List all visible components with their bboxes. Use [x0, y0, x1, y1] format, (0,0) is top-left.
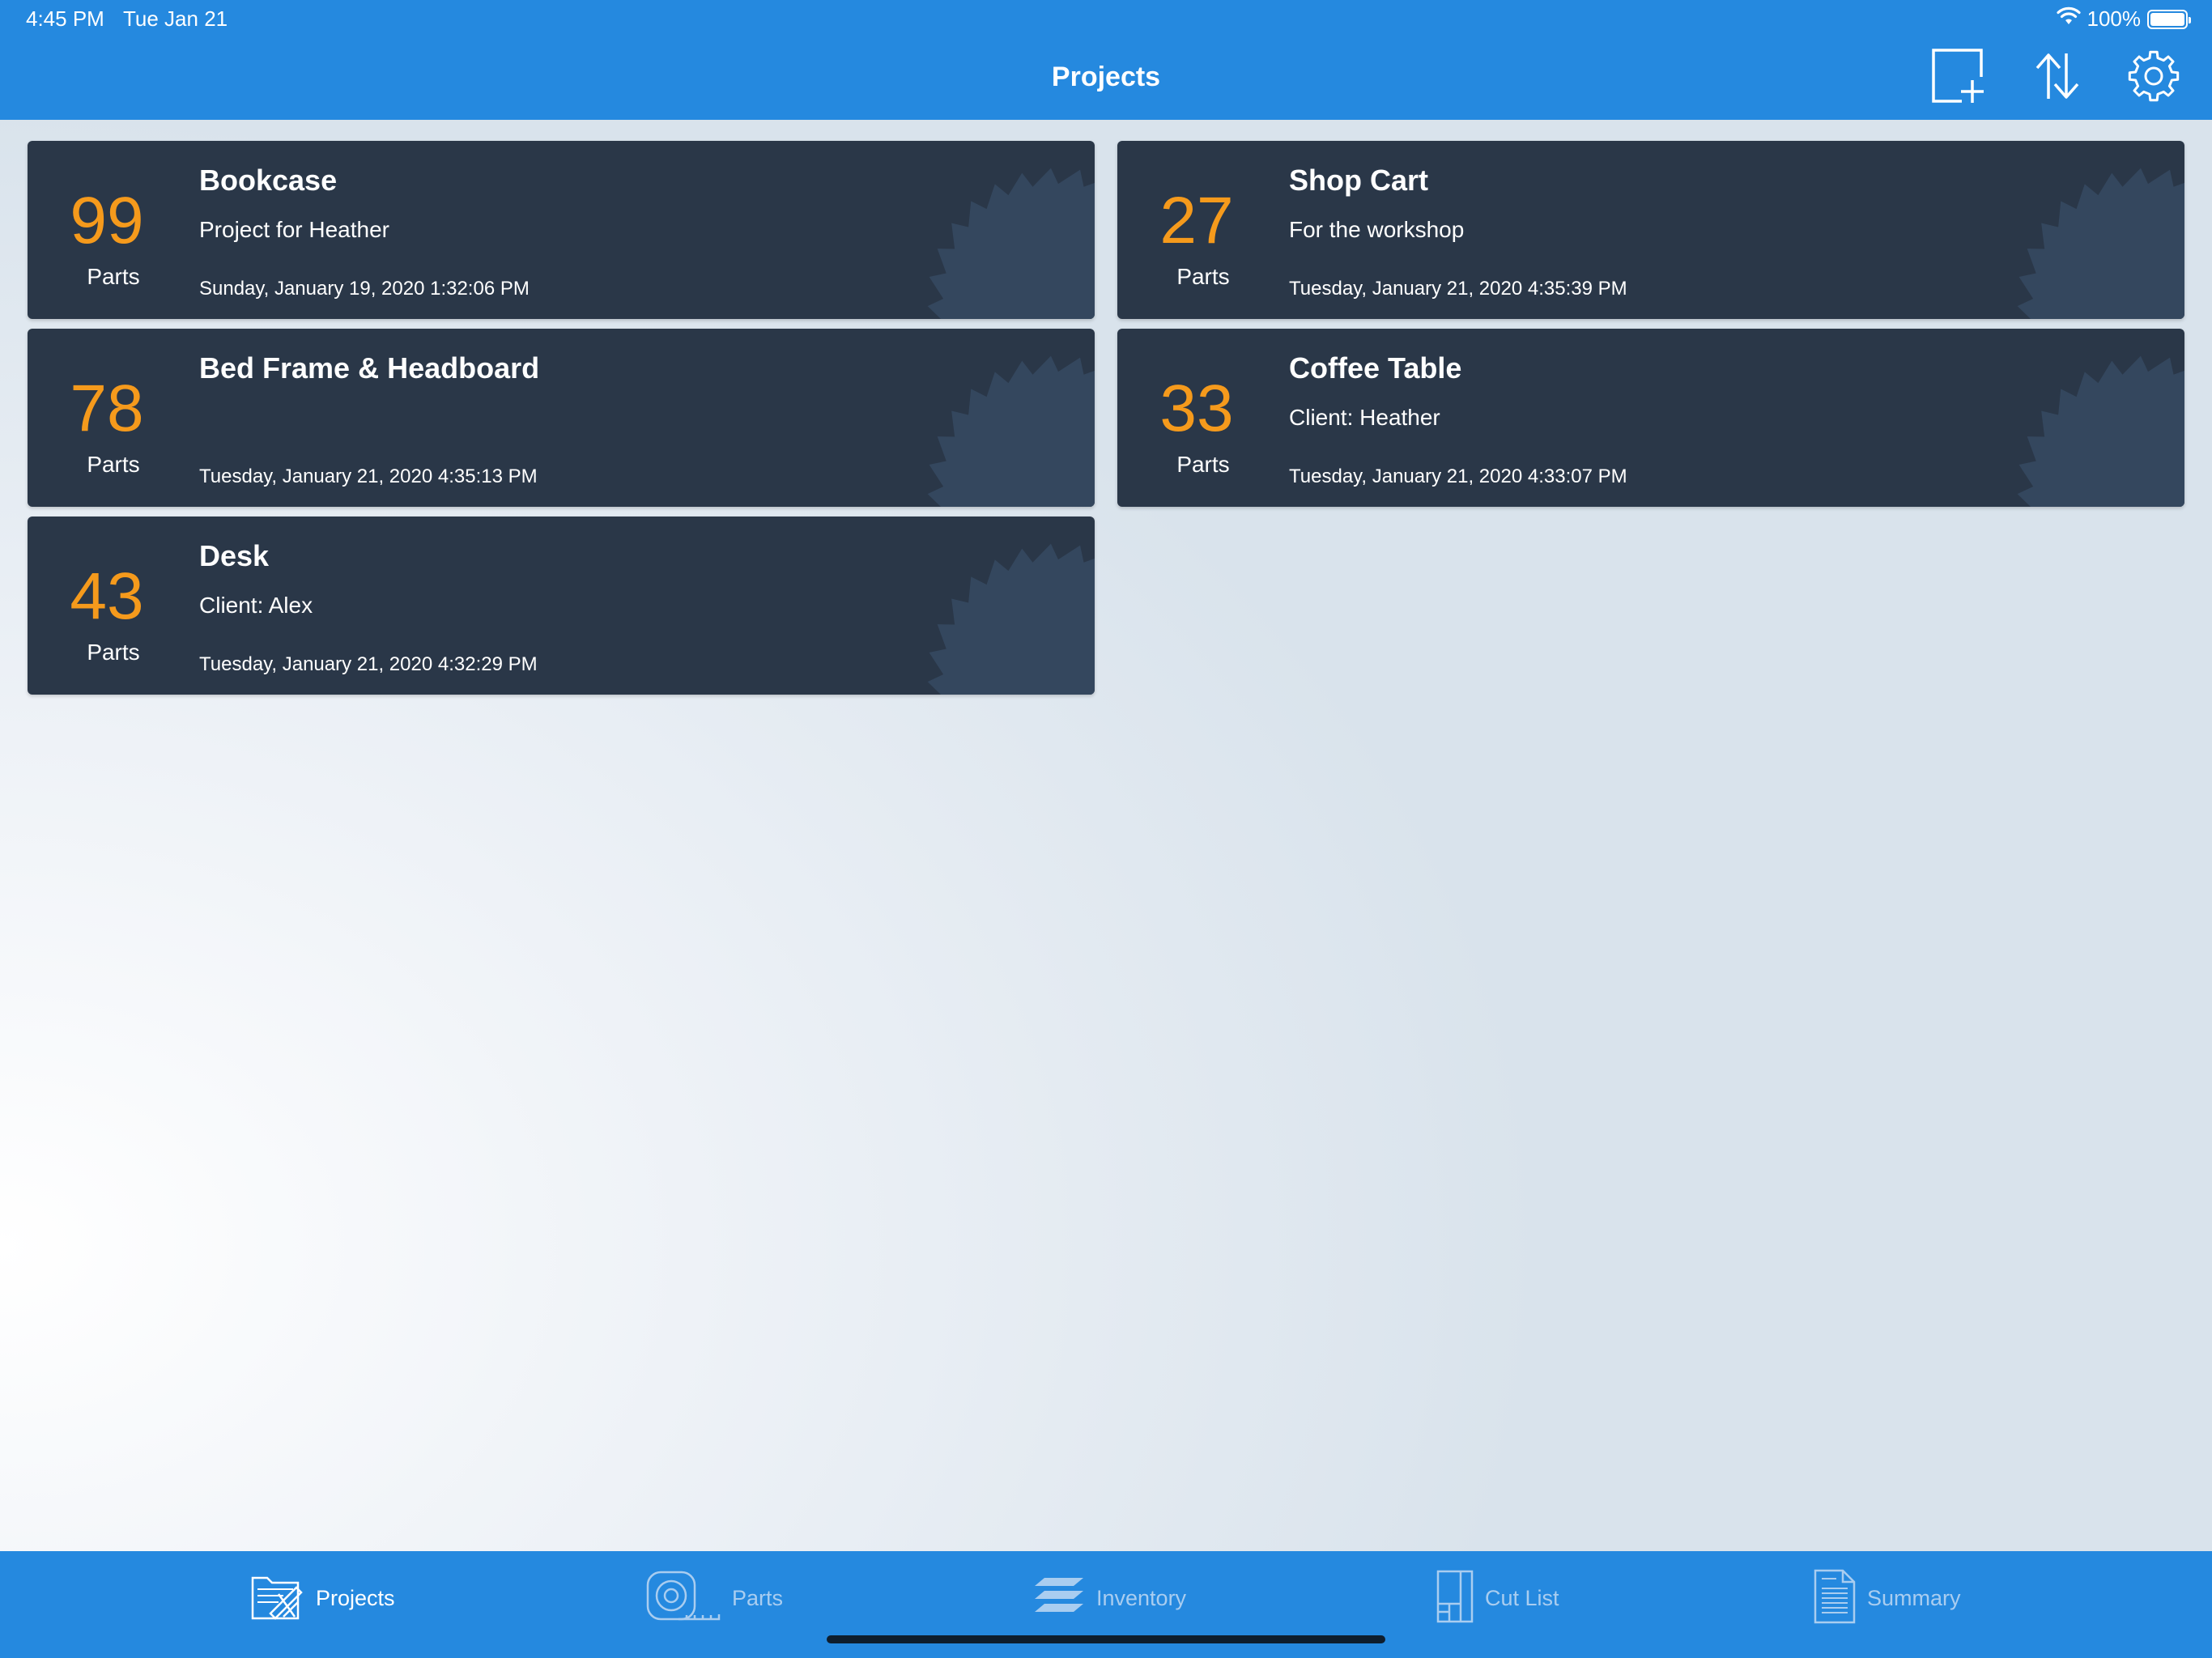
new-project-button[interactable] — [1929, 48, 1987, 108]
project-name: Coffee Table — [1289, 351, 1462, 385]
part-count-label: Parts — [87, 264, 140, 289]
part-count-label: Parts — [1176, 452, 1230, 477]
project-description: Client: Heather — [1289, 405, 1440, 430]
part-count-label: Parts — [87, 640, 140, 665]
project-card[interactable]: 99 Parts Bookcase Project for Heather Su… — [28, 141, 1095, 319]
saw-blade-icon — [927, 168, 1095, 319]
project-card[interactable]: 33 Parts Coffee Table Client: Heather Tu… — [1117, 329, 2184, 507]
tab-projects[interactable]: Projects — [251, 1566, 395, 1630]
navigation-bar: 4:45 PM Tue Jan 21 100% Projects — [0, 0, 2212, 120]
project-card[interactable]: 43 Parts Desk Client: Alex Tuesday, Janu… — [28, 517, 1095, 695]
saw-blade-icon — [2017, 355, 2184, 507]
summary-icon — [1814, 1569, 1856, 1628]
part-count-label: Parts — [1176, 264, 1230, 289]
battery-percent: 100% — [2087, 6, 2142, 31]
project-description: Client: Alex — [199, 593, 313, 618]
tab-summary[interactable]: Summary — [1814, 1566, 1961, 1630]
status-date: Tue Jan 21 — [123, 6, 228, 31]
project-date: Tuesday, January 21, 2020 4:33:07 PM — [1289, 466, 1627, 487]
page-title: Projects — [1051, 62, 1161, 92]
projects-icon — [251, 1570, 304, 1627]
new-project-icon — [1931, 48, 1984, 108]
cut-list-icon — [1436, 1570, 1474, 1627]
part-count: 33 — [1159, 372, 1234, 445]
saw-blade-icon — [927, 543, 1095, 695]
part-count: 99 — [70, 184, 144, 257]
battery-icon — [2147, 9, 2191, 29]
project-date: Tuesday, January 21, 2020 4:35:13 PM — [199, 466, 538, 487]
part-count: 43 — [70, 559, 144, 633]
tab-label: Cut List — [1485, 1585, 1559, 1610]
part-count: 27 — [1159, 184, 1234, 257]
status-time: 4:45 PM — [26, 6, 104, 31]
part-count-label: Parts — [87, 452, 140, 477]
saw-blade-icon — [2017, 168, 2184, 319]
layers-icon — [1033, 1576, 1085, 1621]
project-card[interactable]: 78 Parts Bed Frame & Headboard Tuesday, … — [28, 329, 1095, 507]
tab-parts[interactable]: Parts — [646, 1566, 783, 1630]
status-indicators: 100% — [2056, 6, 2191, 32]
tab-inventory[interactable]: Inventory — [1033, 1566, 1186, 1630]
project-name: Desk — [199, 539, 270, 572]
project-date: Tuesday, January 21, 2020 4:35:39 PM — [1289, 278, 1627, 300]
project-date: Tuesday, January 21, 2020 4:32:29 PM — [199, 653, 538, 675]
sort-button[interactable] — [2027, 49, 2086, 107]
tab-label: Projects — [316, 1585, 395, 1610]
settings-button[interactable] — [2125, 49, 2183, 107]
project-date: Sunday, January 19, 2020 1:32:06 PM — [199, 278, 530, 300]
tab-label: Inventory — [1096, 1585, 1187, 1610]
project-description: Project for Heather — [199, 217, 389, 242]
saw-blade-icon — [927, 355, 1095, 507]
sort-icon — [2031, 49, 2082, 108]
tab-label: Summary — [1867, 1585, 1961, 1610]
project-name: Bookcase — [199, 164, 338, 197]
part-count: 78 — [70, 372, 144, 445]
project-card[interactable]: 27 Parts Shop Cart For the workshop Tues… — [1117, 141, 2184, 319]
tab-cut-list[interactable]: Cut List — [1436, 1566, 1559, 1630]
project-description: For the workshop — [1289, 217, 1465, 242]
tab-label: Parts — [732, 1585, 784, 1610]
project-name: Bed Frame & Headboard — [199, 351, 540, 385]
project-name: Shop Cart — [1289, 164, 1429, 197]
tape-measure-icon — [646, 1569, 721, 1628]
wifi-icon — [2056, 6, 2081, 32]
home-indicator[interactable] — [827, 1635, 1385, 1643]
settings-icon — [2126, 49, 2181, 108]
